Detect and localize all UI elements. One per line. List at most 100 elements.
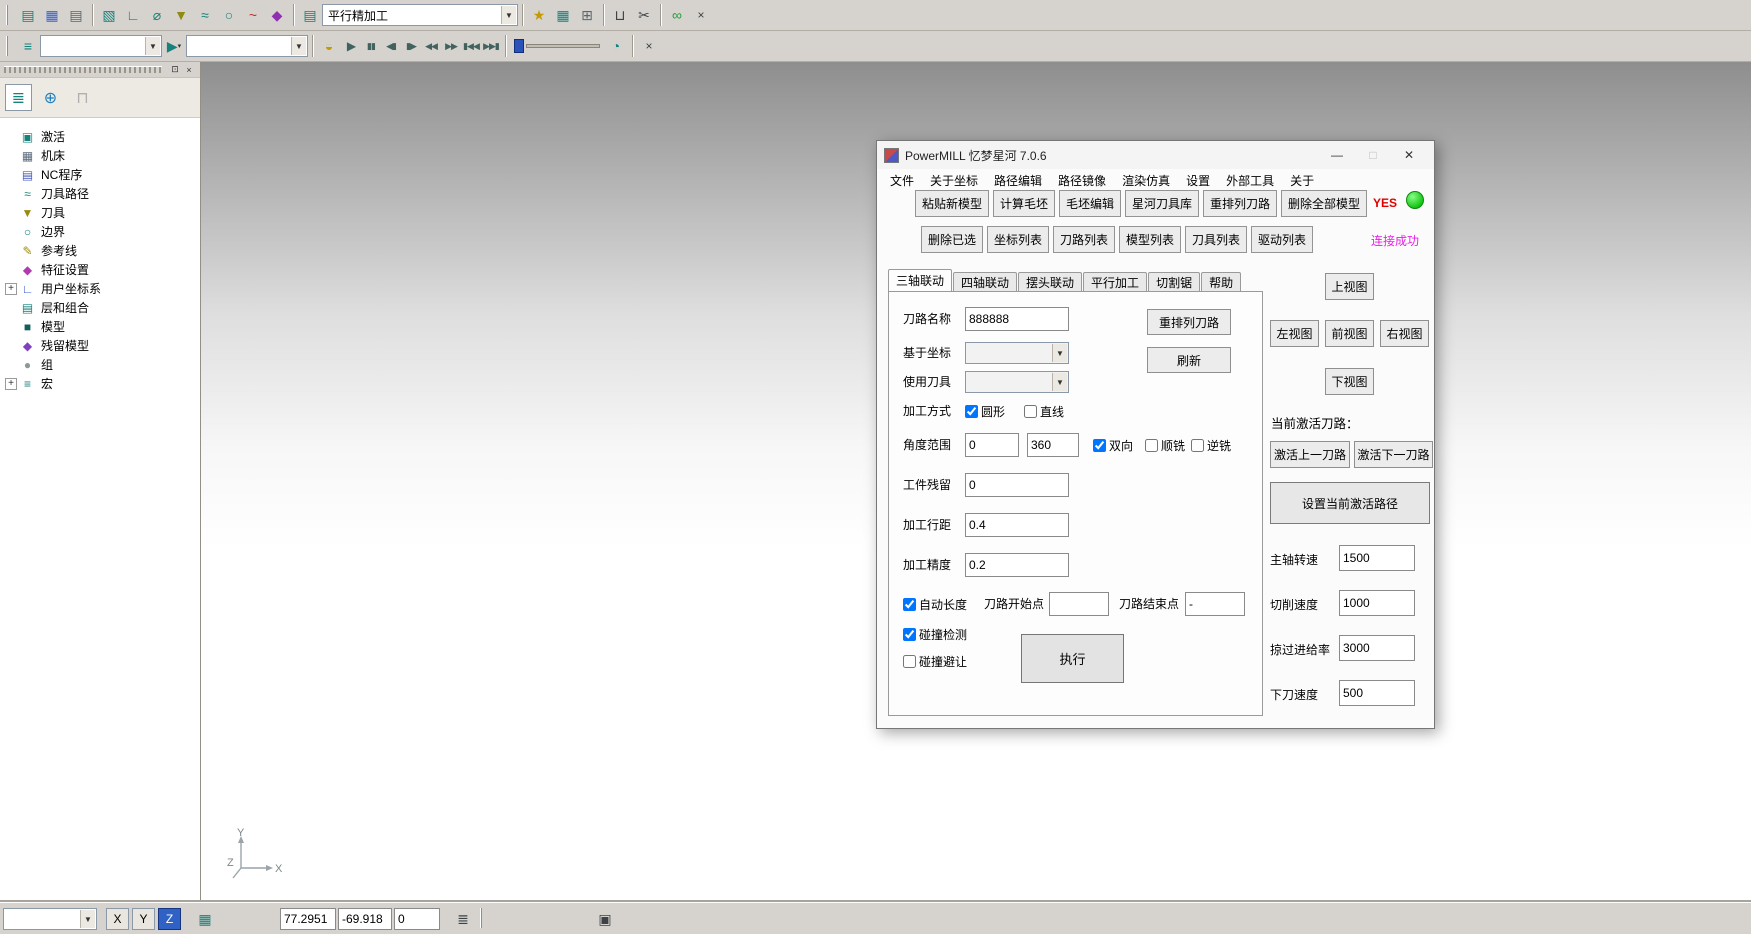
close-icon[interactable]: ✕ (1391, 142, 1427, 168)
toolbar-grip[interactable] (6, 5, 11, 25)
coord-y-input[interactable] (338, 908, 392, 930)
toolpath-select-icon[interactable]: ▶▾ (162, 34, 186, 58)
tree-item-feature-sets[interactable]: ◆特征设置 (0, 260, 200, 279)
chevron-down-icon[interactable]: ▼ (1052, 373, 1067, 391)
clamp-icon[interactable]: ⊔ (608, 3, 632, 27)
grid-snap-icon[interactable]: ▦ (194, 908, 216, 930)
collision-check-checkbox[interactable] (903, 628, 916, 641)
front-view-button[interactable]: 前视图 (1325, 320, 1374, 347)
collision-avoid-checkbox[interactable] (903, 655, 916, 668)
tab-tilt-head[interactable]: 摆头联动 (1018, 272, 1082, 291)
tree-item-stock-models[interactable]: ◆残留模型 (0, 336, 200, 355)
expand-icon[interactable] (5, 378, 17, 390)
activate-prev-toolpath-button[interactable]: 激活上一刀路 (1270, 441, 1350, 468)
tree-item-macros[interactable]: ≡宏 (0, 374, 200, 393)
grid-icon[interactable]: ▦ (551, 3, 575, 27)
delete-all-models-button[interactable]: 删除全部模型 (1281, 190, 1367, 217)
calculator-icon[interactable]: ⊞ (575, 3, 599, 27)
fast-forward-icon[interactable]: ▶▶ (441, 34, 461, 58)
menu-about[interactable]: 关于 (1282, 172, 1322, 189)
model-list-button[interactable]: 模型列表 (1119, 226, 1181, 253)
edit-block-button[interactable]: 毛坯编辑 (1059, 190, 1121, 217)
axis-z-button[interactable]: Z (158, 908, 181, 930)
cutting-feed-input[interactable] (1339, 590, 1415, 616)
circle-checkbox[interactable] (965, 405, 978, 418)
left-view-button[interactable]: 左视图 (1270, 320, 1319, 347)
tree-item-workplanes[interactable]: ∟用户坐标系 (0, 279, 200, 298)
boundary-icon[interactable]: ○ (217, 3, 241, 27)
scissors-icon[interactable]: ✂ (632, 3, 656, 27)
angle-start-input[interactable] (965, 433, 1019, 457)
tree-item-patterns[interactable]: ✎参考线 (0, 241, 200, 260)
dialog-titlebar[interactable]: PowerMILL 忆梦星河 7.0.6 — □ ✕ (877, 141, 1434, 169)
workplane-list-button[interactable]: 坐标列表 (987, 226, 1049, 253)
chevron-down-icon[interactable]: ▼ (145, 37, 160, 55)
panel-drag-handle[interactable] (4, 66, 162, 73)
menu-external-tools[interactable]: 外部工具 (1218, 172, 1282, 189)
reorder-toolpaths-button[interactable]: 重排列刀路 (1203, 190, 1277, 217)
feature-icon[interactable]: ◆ (265, 3, 289, 27)
chevron-down-icon[interactable]: ▼ (501, 6, 516, 24)
tool-list-button[interactable]: 刀具列表 (1185, 226, 1247, 253)
tool-icon[interactable]: ▼ (169, 3, 193, 27)
pattern-icon[interactable]: ~ (241, 3, 265, 27)
menu-path-edit[interactable]: 路径编辑 (986, 172, 1050, 189)
chevron-down-icon[interactable]: ▼ (291, 37, 306, 55)
end-point-input[interactable] (1185, 592, 1245, 616)
coord-x-input[interactable] (280, 908, 336, 930)
star-icon[interactable]: ★ (527, 3, 551, 27)
close-panel-icon[interactable]: × (182, 64, 196, 76)
execute-button[interactable]: 执行 (1021, 634, 1124, 683)
plunge-feed-input[interactable] (1339, 680, 1415, 706)
tree-item-toolpaths[interactable]: ≈刀具路径 (0, 184, 200, 203)
step-back-icon[interactable]: ◀▮ (381, 34, 401, 58)
tool-select[interactable]: ▼ (965, 371, 1069, 393)
explorer-tree-icon[interactable]: ≣ (5, 84, 32, 111)
window-pages-icon[interactable]: ▣ (594, 908, 616, 930)
go-end-icon[interactable]: ▶▶▮ (481, 34, 501, 58)
menu-render-sim[interactable]: 渲染仿真 (1114, 172, 1178, 189)
tree-item-groups[interactable]: ●组 (0, 355, 200, 374)
measure-icon[interactable]: ⌀ (145, 3, 169, 27)
tree-item-machine[interactable]: ▦机床 (0, 146, 200, 165)
tab-3axis[interactable]: 三轴联动 (888, 269, 952, 291)
tool-library-button[interactable]: 星河刀具库 (1125, 190, 1199, 217)
refresh-button[interactable]: 刷新 (1147, 347, 1231, 373)
angle-end-input[interactable] (1027, 433, 1079, 457)
close-toolbar-icon[interactable]: × (689, 3, 713, 27)
float-panel-icon[interactable]: ⊡ (168, 64, 182, 76)
menu-file[interactable]: 文件 (882, 172, 922, 189)
levels-icon[interactable]: ▤ (298, 3, 322, 27)
coord-z-input[interactable] (394, 908, 440, 930)
right-view-button[interactable]: 右视图 (1380, 320, 1429, 347)
strategy-preset-combobox[interactable]: 平行精加工 ▼ (322, 4, 518, 26)
delete-selected-button[interactable]: 删除已选 (921, 226, 983, 253)
line-checkbox[interactable] (1024, 405, 1037, 418)
maximize-icon[interactable]: □ (1355, 142, 1391, 168)
tolerance-input[interactable] (965, 553, 1069, 577)
bottom-view-button[interactable]: 下视图 (1325, 368, 1374, 395)
stepover-input[interactable] (965, 513, 1069, 537)
menu-path-mirror[interactable]: 路径镜像 (1050, 172, 1114, 189)
start-point-input[interactable] (1049, 592, 1109, 616)
minimize-icon[interactable]: — (1319, 142, 1355, 168)
levels-icon[interactable]: ≡ (16, 34, 40, 58)
tab-saw[interactable]: 切割锯 (1148, 272, 1200, 291)
compute-block-button[interactable]: 计算毛坯 (993, 190, 1055, 217)
tree-item-models[interactable]: ■模型 (0, 317, 200, 336)
globe-icon[interactable]: ⊕ (37, 84, 64, 111)
bulb-icon[interactable]: ◒ (317, 34, 341, 58)
axis-x-button[interactable]: X (106, 908, 129, 930)
tab-help[interactable]: 帮助 (1201, 272, 1241, 291)
tree-item-boundaries[interactable]: ○边界 (0, 222, 200, 241)
statusbar-grip[interactable] (480, 908, 485, 928)
toolpath-icon[interactable]: ≈ (193, 3, 217, 27)
tree-item-levels[interactable]: ▤层和组合 (0, 298, 200, 317)
menu-workplane[interactable]: 关于坐标 (922, 172, 986, 189)
set-active-path-button[interactable]: 设置当前激活路径 (1270, 482, 1430, 524)
import-model-icon[interactable]: ▤ (16, 3, 40, 27)
top-view-button[interactable]: 上视图 (1325, 273, 1374, 300)
pause-icon[interactable]: ▮▮ (361, 34, 381, 58)
close-toolbar-icon[interactable]: × (637, 34, 661, 58)
chevron-down-icon[interactable]: ▼ (1052, 344, 1067, 362)
